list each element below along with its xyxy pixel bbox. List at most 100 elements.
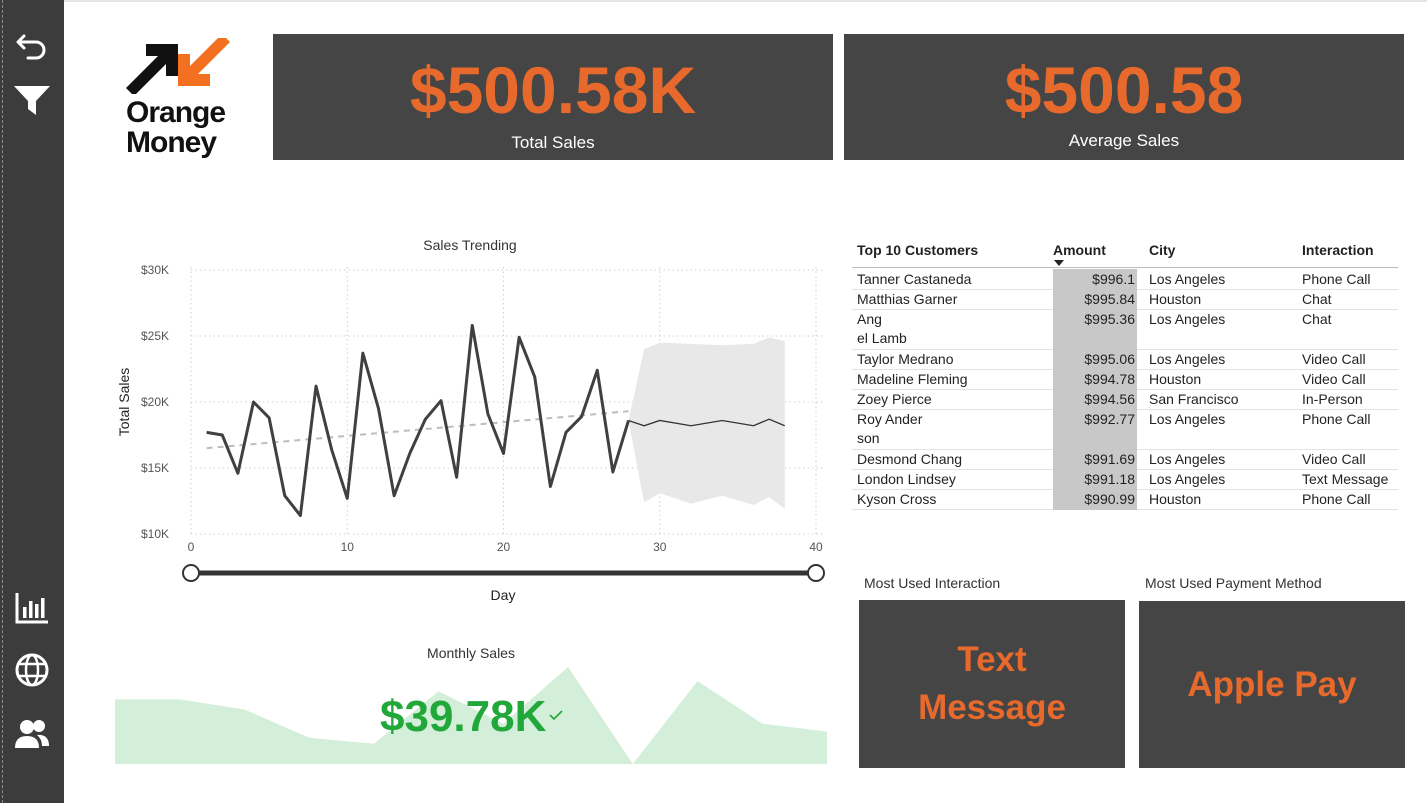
top-border [64, 0, 1427, 2]
city-value: Houston [1149, 371, 1202, 387]
y-tick-label: $10K [141, 527, 169, 541]
customer-name-wrap: son [857, 430, 880, 446]
users-icon[interactable] [12, 714, 52, 754]
interaction-value: Phone Call [1302, 271, 1371, 287]
amount-value: $990.99 [1084, 491, 1135, 507]
city-value: Houston [1149, 291, 1202, 307]
amount-value: $991.69 [1084, 451, 1135, 467]
table-row[interactable]: Taylor Medrano $995.06 Los Angeles Video Ca… [852, 349, 1398, 370]
average-sales-label: Average Sales [1068, 131, 1180, 150]
interaction-value: Phone Call [1302, 491, 1371, 507]
header-city[interactable]: City [1149, 242, 1175, 258]
city-value: Houston [1149, 491, 1202, 507]
payment-value: Apple Pay [1187, 664, 1357, 704]
range-slider-start-handle[interactable] [182, 564, 200, 582]
x-tick-label: 10 [341, 540, 355, 554]
customer-name: Tanner Castaneda [857, 271, 972, 287]
interaction-value: In-Person [1302, 391, 1363, 407]
header-amount[interactable]: Amount [1053, 242, 1106, 258]
back-icon[interactable] [12, 24, 52, 64]
table-row[interactable]: Tanner Castaneda $996.1 Los Angeles Phone C… [852, 269, 1398, 290]
sales-series-line [206, 323, 630, 518]
amount-value: $991.18 [1084, 471, 1135, 487]
table-row[interactable]: Ang el Lamb $995.36 Los Angeles Chat [852, 309, 1398, 350]
header-divider [852, 267, 1398, 268]
table-row[interactable]: Matthias Garner $995.84 Houston Chat [852, 289, 1398, 310]
interaction-card-title: Most Used Interaction [864, 575, 1001, 591]
table-row[interactable]: Roy Ander son $992.77 Los Angeles Phone Call [852, 409, 1398, 450]
header-interaction[interactable]: Interaction [1302, 242, 1374, 258]
amount-value: $992.77 [1084, 411, 1135, 427]
city-value: Los Angeles [1149, 451, 1226, 467]
sort-desc-icon [1054, 260, 1064, 266]
x-axis-title: Day [491, 587, 516, 603]
y-tick-label: $20K [141, 395, 169, 409]
average-sales-card: $500.58 Average Sales [844, 34, 1404, 160]
customer-name: Ang [857, 311, 882, 327]
sidebar-divider [2, 0, 3, 803]
sales-trending-chart[interactable]: $10K $15K $20K $25K $30K 0 10 20 30 40 Total Sales… [100, 255, 840, 615]
table-row[interactable]: Desmond Chang $991.69 Los Angeles Video Cal… [852, 449, 1398, 470]
customer-name: Roy Ander [857, 411, 923, 427]
city-value: Los Angeles [1149, 351, 1226, 367]
city-value: Los Angeles [1149, 311, 1226, 327]
total-sales-card: $500.58K Total Sales [273, 34, 833, 160]
interaction-value: Chat [1302, 291, 1332, 307]
range-slider-end-handle[interactable] [807, 564, 825, 582]
customer-name: Matthias Garner [857, 291, 958, 307]
customer-name: Madeline Fleming [857, 371, 968, 387]
payment-card-title: Most Used Payment Method [1145, 575, 1322, 591]
interaction-value: Video Call [1302, 371, 1366, 387]
city-value: Los Angeles [1149, 471, 1226, 487]
y-tick-label: $15K [141, 461, 169, 475]
customer-name: Zoey Pierce [857, 391, 932, 407]
bar-chart-icon[interactable] [12, 588, 52, 628]
sales-trending-title: Sales Trending [423, 237, 517, 253]
monthly-sales-title: Monthly Sales [427, 645, 515, 661]
amount-value: $996.1 [1092, 271, 1135, 287]
x-tick-label: 20 [497, 540, 511, 554]
interaction-value: Chat [1302, 311, 1332, 327]
sidebar [0, 0, 64, 803]
amount-value: $994.78 [1084, 371, 1135, 387]
interaction-value-line-2: Message [918, 688, 1066, 727]
total-sales-label: Total Sales [511, 133, 595, 152]
logo-line-1: Orange [126, 96, 226, 129]
interaction-value: Phone Call [1302, 411, 1371, 427]
amount-value: $995.36 [1084, 311, 1135, 327]
interaction-value: Video Call [1302, 351, 1366, 367]
average-sales-value: $500.58 [1004, 53, 1244, 127]
amount-value: $994.56 [1084, 391, 1135, 407]
interaction-value: Video Call [1302, 451, 1366, 467]
logo-line-2: Money [126, 126, 217, 159]
amount-value: $995.06 [1084, 351, 1135, 367]
monthly-sales-value: $39.78K [380, 692, 547, 741]
customer-name: Desmond Chang [857, 451, 963, 467]
most-used-payment-card: Apple Pay [1139, 601, 1405, 768]
customer-name: Kyson Cross [857, 491, 937, 507]
interaction-value-line-1: Text [957, 640, 1027, 679]
filter-icon[interactable] [12, 80, 52, 120]
customer-name: London Lindsey [857, 471, 956, 487]
y-tick-label: $30K [141, 263, 169, 277]
checkmark-icon [549, 710, 563, 721]
interaction-value: Text Message [1302, 471, 1389, 487]
city-value: San Francisco [1149, 391, 1239, 407]
y-axis-title: Total Sales [116, 368, 132, 436]
y-tick-label: $25K [141, 329, 169, 343]
customer-name: Taylor Medrano [857, 351, 954, 367]
logo-wordmark: Orange Money [126, 96, 226, 159]
table-row[interactable]: Madeline Fleming $994.78 Houston Video Call [852, 369, 1398, 390]
orange-money-logo: Orange Money [122, 38, 240, 164]
globe-icon[interactable] [12, 650, 52, 690]
x-tick-label: 30 [653, 540, 667, 554]
x-tick-label: 0 [188, 540, 195, 554]
table-row[interactable]: London Lindsey $991.18 Los Angeles Text Mes… [852, 469, 1398, 490]
customer-name-wrap: el Lamb [857, 330, 907, 346]
table-row[interactable]: Kyson Cross $990.99 Houston Phone Call [852, 489, 1398, 510]
amount-value: $995.84 [1084, 291, 1135, 307]
header-customers[interactable]: Top 10 Customers [857, 242, 978, 258]
city-value: Los Angeles [1149, 271, 1226, 287]
most-used-interaction-card: Text Message [859, 600, 1125, 768]
table-row[interactable]: Zoey Pierce $994.56 San Francisco In-Person [852, 389, 1398, 410]
